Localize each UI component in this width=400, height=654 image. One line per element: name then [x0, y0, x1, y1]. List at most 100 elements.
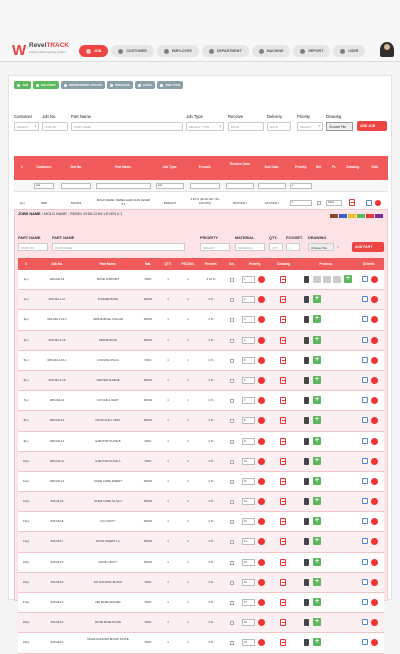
trash-icon[interactable] — [304, 376, 309, 384]
delete-icon[interactable] — [371, 477, 378, 485]
nav-item-employee[interactable]: EMPLOYEE — [156, 45, 199, 57]
avatar[interactable] — [380, 42, 394, 57]
edit-icon[interactable] — [366, 200, 372, 206]
del-checkbox[interactable] — [230, 399, 234, 404]
pdf-icon[interactable] — [280, 538, 286, 546]
pdf-icon[interactable] — [280, 477, 286, 485]
del-checkbox[interactable] — [230, 459, 234, 464]
trash-icon[interactable] — [304, 599, 309, 606]
trash-icon[interactable] — [304, 336, 309, 344]
process-step-button[interactable] — [333, 276, 341, 283]
part-name-input[interactable]: PART NAME — [52, 243, 185, 251]
delete-icon[interactable] — [371, 397, 378, 405]
trash-icon[interactable] — [304, 296, 309, 304]
delete-icon[interactable] — [371, 356, 378, 364]
nav-item-department[interactable]: DEPARTMENT — [201, 45, 249, 57]
priority-input[interactable]: 16 — [242, 578, 255, 586]
pdf-icon[interactable] — [280, 437, 286, 445]
job-col-header[interactable]: Part Name. — [96, 165, 151, 169]
job-col-header[interactable]: Due Date. — [258, 165, 286, 169]
info-icon[interactable] — [258, 437, 265, 445]
priority-input[interactable]: 14 — [242, 538, 255, 546]
process-step-button[interactable] — [323, 276, 331, 283]
table-row[interactable]: 6[+] 005-042-1-15 CENTER SLEEVE SKD61 1 1 0 % 6… — [18, 370, 384, 392]
info-icon[interactable] — [258, 316, 265, 324]
pdf-icon[interactable] — [280, 316, 286, 324]
part-no-input[interactable]: PART NO. — [18, 243, 48, 251]
table-row[interactable]: 3[+] 005-042-1-16-1 SPRUE BUSH COLLAR SKD61… — [18, 310, 384, 331]
add-process-button[interactable]: + — [313, 577, 321, 586]
add-process-button[interactable]: + — [313, 537, 321, 546]
pdf-icon[interactable] — [280, 498, 286, 506]
table-row[interactable]: 7[+] 005-042-14 FIX CHILL VENT SKD61 1 1 0 % 7 + — [18, 391, 384, 412]
pdf-icon[interactable] — [280, 518, 286, 526]
part-cell-idx[interactable]: 16[+] — [18, 580, 34, 584]
part-col-header[interactable]: PSC/Set. — [180, 262, 196, 266]
percent-filter-input[interactable] — [190, 183, 220, 189]
part-col-header[interactable]: Del. — [226, 262, 238, 266]
priority-input[interactable]: 2 — [242, 296, 255, 304]
add-process-button[interactable]: + — [313, 456, 321, 465]
part-cell-idx[interactable]: 14[+] — [18, 539, 34, 543]
nav-item-report[interactable]: REPORT — [293, 45, 331, 57]
add-process-button[interactable]: + — [313, 396, 321, 405]
add-process-button[interactable]: + — [313, 476, 321, 485]
job-col-header[interactable]: Percent. — [190, 165, 220, 169]
table-row[interactable]: 1[+] 005-042-18 MOVE SUPPORT S50C 1 1 2.22 % 1 + — [18, 270, 384, 291]
delete-icon[interactable] — [371, 276, 378, 283]
add-process-button[interactable]: + — [313, 355, 321, 364]
job-col-header[interactable]: Edit. — [366, 165, 384, 169]
part-col-header[interactable]: Job No. — [38, 262, 76, 266]
delete-icon[interactable] — [371, 619, 378, 627]
table-row[interactable]: 5[+] 005-042-1-15-1 COOLING PLUG S50C 1 1 0 % 5… — [18, 350, 384, 371]
add-process-button[interactable]: + — [313, 436, 321, 445]
trash-icon[interactable] — [304, 578, 309, 586]
trash-icon[interactable] — [304, 397, 309, 405]
pill-process[interactable]: PROCESS — [107, 81, 133, 89]
edit-icon[interactable] — [362, 417, 368, 424]
table-row[interactable]: 11[+] 005-042-10 SLIDE CORE INSERT SKD61 1 1 0… — [18, 471, 384, 493]
del-checkbox[interactable] — [230, 641, 234, 646]
del-checkbox[interactable] — [230, 601, 234, 605]
delete-icon[interactable] — [371, 437, 378, 445]
trash-icon[interactable] — [304, 498, 309, 506]
table-row[interactable]: 10[+] 005-042-11 EJECTOR PLATE A S50C 1 1 0 % 1… — [18, 451, 384, 472]
del-checkbox[interactable] — [230, 419, 234, 424]
job-col-header[interactable]: Drawing. — [344, 165, 362, 169]
part-cell-idx[interactable]: 7[+] — [18, 398, 34, 402]
delete-icon[interactable] — [371, 336, 378, 344]
pdf-icon[interactable] — [280, 599, 286, 606]
edit-icon[interactable] — [362, 437, 368, 444]
info-icon[interactable] — [258, 518, 265, 526]
edit-icon[interactable] — [362, 276, 368, 282]
priority-filter-select[interactable]: 1 — [290, 183, 312, 189]
part-col-header[interactable]: Percent. — [200, 262, 222, 266]
table-row[interactable]: 17[+] 005-042-4 DIE BASE SPACER S50C 1 1 0 % 17… — [18, 593, 384, 614]
pill-delivery[interactable]: DELIVERY — [33, 81, 60, 89]
table-row[interactable]: 4[+] 005-042-1-16 SPRUE BUSH SKD61 1 1 0 % 4 + — [18, 330, 384, 351]
priority-input[interactable]: 13 — [242, 518, 255, 526]
info-icon[interactable] — [258, 356, 265, 364]
del-checkbox[interactable] — [230, 278, 234, 282]
qty-input[interactable]: QTY. — [269, 243, 283, 251]
add-process-button[interactable]: + — [313, 416, 321, 425]
table-row[interactable]: 15[+] 005-042-6 MOVE CAVITY SKD61 1 1 0 % 15 + — [18, 552, 384, 573]
edit-icon[interactable] — [362, 498, 368, 505]
part-cell-idx[interactable]: 6[+] — [18, 378, 34, 382]
trash-icon[interactable] — [304, 518, 309, 526]
edit-icon[interactable] — [362, 356, 368, 363]
part-choose-file-button[interactable]: Choose File — [308, 243, 334, 251]
job-col-header[interactable]: Job No. — [61, 165, 91, 169]
part-cell-idx[interactable]: 5[+] — [18, 358, 34, 362]
partname-input[interactable]: PART NAME — [71, 122, 183, 131]
priority-input[interactable]: 10 — [242, 457, 255, 465]
edit-icon[interactable] — [362, 296, 368, 303]
part-cell-idx[interactable]: 1[+] — [18, 277, 34, 281]
info-icon[interactable] — [258, 619, 265, 627]
priority-input[interactable]: 17 — [242, 599, 255, 606]
table-row[interactable]: 12[+] 005-042-9 SLIDE CORE S1,S2,3 SKD61 1 1 0… — [18, 492, 384, 513]
pdf-icon[interactable] — [280, 276, 286, 283]
add-process-button[interactable]: + — [313, 517, 321, 526]
delivery-date-input[interactable]: DATE — [267, 122, 291, 131]
priority-input[interactable]: 11 — [242, 477, 255, 485]
